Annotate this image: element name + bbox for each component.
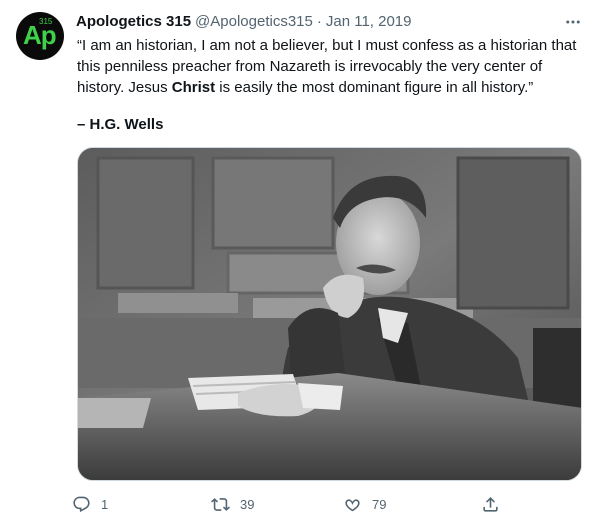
tweet-text: “I am an historian, I am not a believer,…	[77, 35, 587, 135]
more-horizontal-icon	[566, 20, 580, 24]
avatar-letters: Ap	[23, 20, 57, 50]
display-name[interactable]: Apologetics 315	[76, 12, 191, 32]
quote-part-2: is easily the most dominant figure in al…	[215, 79, 534, 96]
reply-button[interactable]: 1	[72, 492, 108, 516]
retweet-count: 39	[240, 496, 255, 512]
share-icon	[483, 496, 498, 512]
tweet-photo[interactable]	[77, 147, 582, 481]
user-handle[interactable]: @Apologetics315	[195, 12, 313, 32]
quote-attribution: – H.G. Wells	[77, 116, 164, 133]
retweet-icon	[211, 497, 230, 511]
heart-icon	[345, 498, 360, 511]
tweet-date[interactable]: Jan 11, 2019	[326, 12, 412, 32]
action-bar: 1 39 79	[72, 492, 502, 516]
tweet-header: Apologetics 315 @Apologetics315 · Jan 11…	[76, 12, 412, 32]
photo-image	[78, 148, 581, 480]
quote-bold-word: Christ	[171, 79, 216, 96]
share-button[interactable]	[481, 492, 500, 516]
retweet-button[interactable]: 39	[211, 492, 254, 516]
like-button[interactable]: 79	[343, 492, 386, 516]
more-options-button[interactable]	[560, 12, 586, 32]
avatar[interactable]: 315 Ap	[16, 12, 64, 60]
like-count: 79	[372, 496, 387, 512]
reply-icon	[73, 496, 90, 512]
reply-count: 1	[101, 496, 109, 512]
header-separator: ·	[316, 13, 322, 30]
quote-text: “I am an historian, I am not a believer,…	[77, 35, 587, 98]
tweet-card[interactable]: 315 Ap Apologetics 315 @Apologetics315 ·…	[0, 0, 598, 526]
